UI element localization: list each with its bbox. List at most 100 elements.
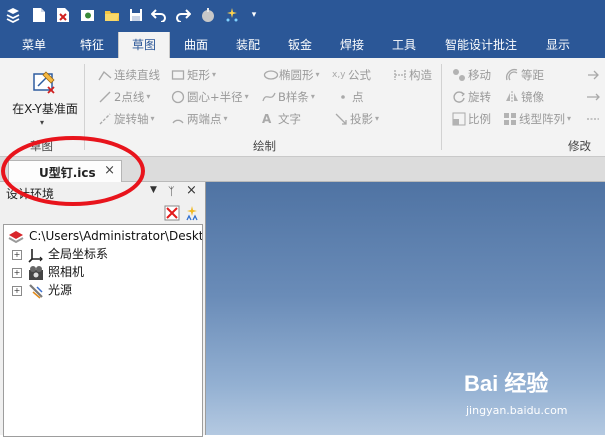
tree-item[interactable]: + 光源 <box>12 282 72 299</box>
construct-icon <box>393 68 407 82</box>
ribbon-tab-bar: 菜单 特征 草图 曲面 装配 钣金 焊接 工具 智能设计批注 显示 <box>0 32 605 59</box>
mirror-label: 镜像 <box>521 90 544 104</box>
arc-icon <box>171 112 185 126</box>
two-point-line-label: 2点线 <box>114 90 145 104</box>
rectangle-button[interactable]: 矩形 ▾ <box>171 66 216 84</box>
bspline-button[interactable]: B样条 ▾ <box>262 88 315 106</box>
equidistant-button[interactable]: 等距 <box>505 66 544 84</box>
close-icon[interactable]: × <box>104 163 115 178</box>
expand-icon[interactable]: + <box>12 286 22 296</box>
construct-button[interactable]: 构造 <box>393 66 432 84</box>
undo-icon[interactable] <box>151 7 167 23</box>
import-file-icon[interactable] <box>80 7 96 23</box>
app-logo-icon[interactable] <box>5 7 21 23</box>
expand-icon[interactable]: + <box>12 250 22 260</box>
design-environment-panel: 设计环境 ▼ ᛉ × C:\Users\Administrator\Deskto… <box>0 182 206 437</box>
polyline-button[interactable]: 连续直线 <box>98 66 160 84</box>
linear-array-label: 线型阵列 <box>519 112 565 126</box>
tab-smart-design-annotation[interactable]: 智能设计批注 <box>438 32 524 58</box>
watermark: Bai 经验 jingyan.baidu.com <box>462 366 602 422</box>
tree-root[interactable]: C:\Users\Administrator\Desktop <box>7 228 202 245</box>
more-modify-icon[interactable] <box>586 110 602 128</box>
more-modify-icon[interactable] <box>586 88 602 106</box>
mirror-button[interactable]: 镜像 <box>505 88 544 106</box>
point-label: 点 <box>352 90 364 104</box>
construct-label: 构造 <box>409 68 432 82</box>
ellipse-button[interactable]: 椭圆形 ▾ <box>263 66 320 84</box>
text-icon: A <box>262 112 272 126</box>
ribbon-divider <box>84 64 85 150</box>
two-point-arc-label: 两端点 <box>187 112 222 126</box>
circle-center-radius-button[interactable]: 圆心+半径 ▾ <box>171 88 249 106</box>
title-bar: ▾ <box>0 0 605 32</box>
rectangle-label: 矩形 <box>187 68 210 82</box>
tree-item-label: 照相机 <box>48 265 85 279</box>
tab-sketch[interactable]: 草图 <box>118 32 170 59</box>
tab-display[interactable]: 显示 <box>536 32 580 58</box>
move-label: 移动 <box>468 68 491 82</box>
light-source-icon <box>28 283 44 299</box>
spline-icon <box>262 90 276 104</box>
tab-tools[interactable]: 工具 <box>380 32 428 58</box>
part-shape-icon[interactable] <box>200 7 216 23</box>
tab-welding[interactable]: 焊接 <box>328 32 376 58</box>
rotation-axis-button[interactable]: 旋转轴 ▾ <box>98 110 155 128</box>
offset-icon <box>505 68 519 82</box>
scene-tree: C:\Users\Administrator\Desktop + 全局坐标系 +… <box>3 224 203 437</box>
projection-button[interactable]: 投影 ▾ <box>334 110 379 128</box>
text-button[interactable]: A 文字 <box>262 110 301 128</box>
tab-surface[interactable]: 曲面 <box>172 32 220 58</box>
move-button[interactable]: 移动 <box>452 66 491 84</box>
more-modify-icon[interactable] <box>586 66 602 84</box>
tree-item-label: 光源 <box>48 283 73 297</box>
tab-sheet-metal[interactable]: 钣金 <box>276 32 324 58</box>
open-folder-icon[interactable] <box>104 7 120 23</box>
panel-header: 设计环境 ▼ ᛉ × <box>0 182 205 202</box>
formula-button[interactable]: x,y 公式 <box>332 66 371 84</box>
scale-button[interactable]: 比例 <box>452 110 491 128</box>
redo-icon[interactable] <box>175 7 191 23</box>
tree-item-label: 全局坐标系 <box>48 247 109 261</box>
ribbon-divider <box>441 64 442 150</box>
save-icon[interactable] <box>128 7 144 23</box>
tab-assembly[interactable]: 装配 <box>224 32 272 58</box>
tab-feature[interactable]: 特征 <box>68 32 116 58</box>
point-icon <box>336 90 350 104</box>
document-tab-strip: U型钉.ics × <box>0 157 605 182</box>
projection-icon <box>334 112 348 126</box>
ribbon-panel: 在X-Y基准面 ▾ 草图 连续直线 矩形 ▾ 椭圆形 ▾ x,y 公式 构造 2点线… <box>0 58 605 157</box>
point-button[interactable]: 点 <box>336 88 364 106</box>
tree-item[interactable]: + 全局坐标系 <box>12 246 108 263</box>
tab-menu[interactable]: 菜单 <box>10 32 58 58</box>
sketch-plane-icon <box>32 68 58 97</box>
tree-item[interactable]: + 照相机 <box>12 264 84 281</box>
close-file-icon[interactable] <box>55 7 71 23</box>
sketch-on-xy-plane-button[interactable]: 在X-Y基准面 ▾ <box>6 64 82 134</box>
panel-title: 设计环境 <box>6 187 55 201</box>
expand-icon[interactable]: + <box>12 268 22 278</box>
document-tab[interactable]: U型钉.ics × <box>8 160 122 182</box>
new-file-icon[interactable] <box>31 7 47 23</box>
rotate-label: 旋转 <box>468 90 491 104</box>
circle-icon <box>171 90 185 104</box>
rotate-button[interactable]: 旋转 <box>452 88 491 106</box>
coordinate-system-icon <box>28 247 44 263</box>
sparkle-tool-icon[interactable] <box>184 205 200 221</box>
chevron-down-icon: ▾ <box>40 118 45 127</box>
sparkle-tool-icon[interactable] <box>224 7 240 23</box>
close-icon[interactable]: × <box>186 183 197 198</box>
scene-root-icon <box>7 229 25 245</box>
ellipse-label: 椭圆形 <box>279 68 314 82</box>
formula-icon: x,y <box>332 70 346 80</box>
customize-toolbar-icon[interactable]: ▾ <box>246 7 262 23</box>
pin-icon[interactable]: ᛉ <box>168 185 175 198</box>
two-point-line-button[interactable]: 2点线 ▾ <box>98 88 150 106</box>
panel-toolbar <box>0 202 205 224</box>
two-point-arc-button[interactable]: 两端点 ▾ <box>171 110 228 128</box>
delete-icon[interactable] <box>164 205 180 221</box>
panel-menu-chevron-icon[interactable]: ▼ <box>150 185 157 195</box>
circle-center-radius-label: 圆心+半径 <box>187 90 243 104</box>
linear-array-button[interactable]: 线型阵列 ▾ <box>503 110 571 128</box>
watermark-brand: Bai 经验 <box>464 371 549 396</box>
scale-label: 比例 <box>468 112 491 126</box>
